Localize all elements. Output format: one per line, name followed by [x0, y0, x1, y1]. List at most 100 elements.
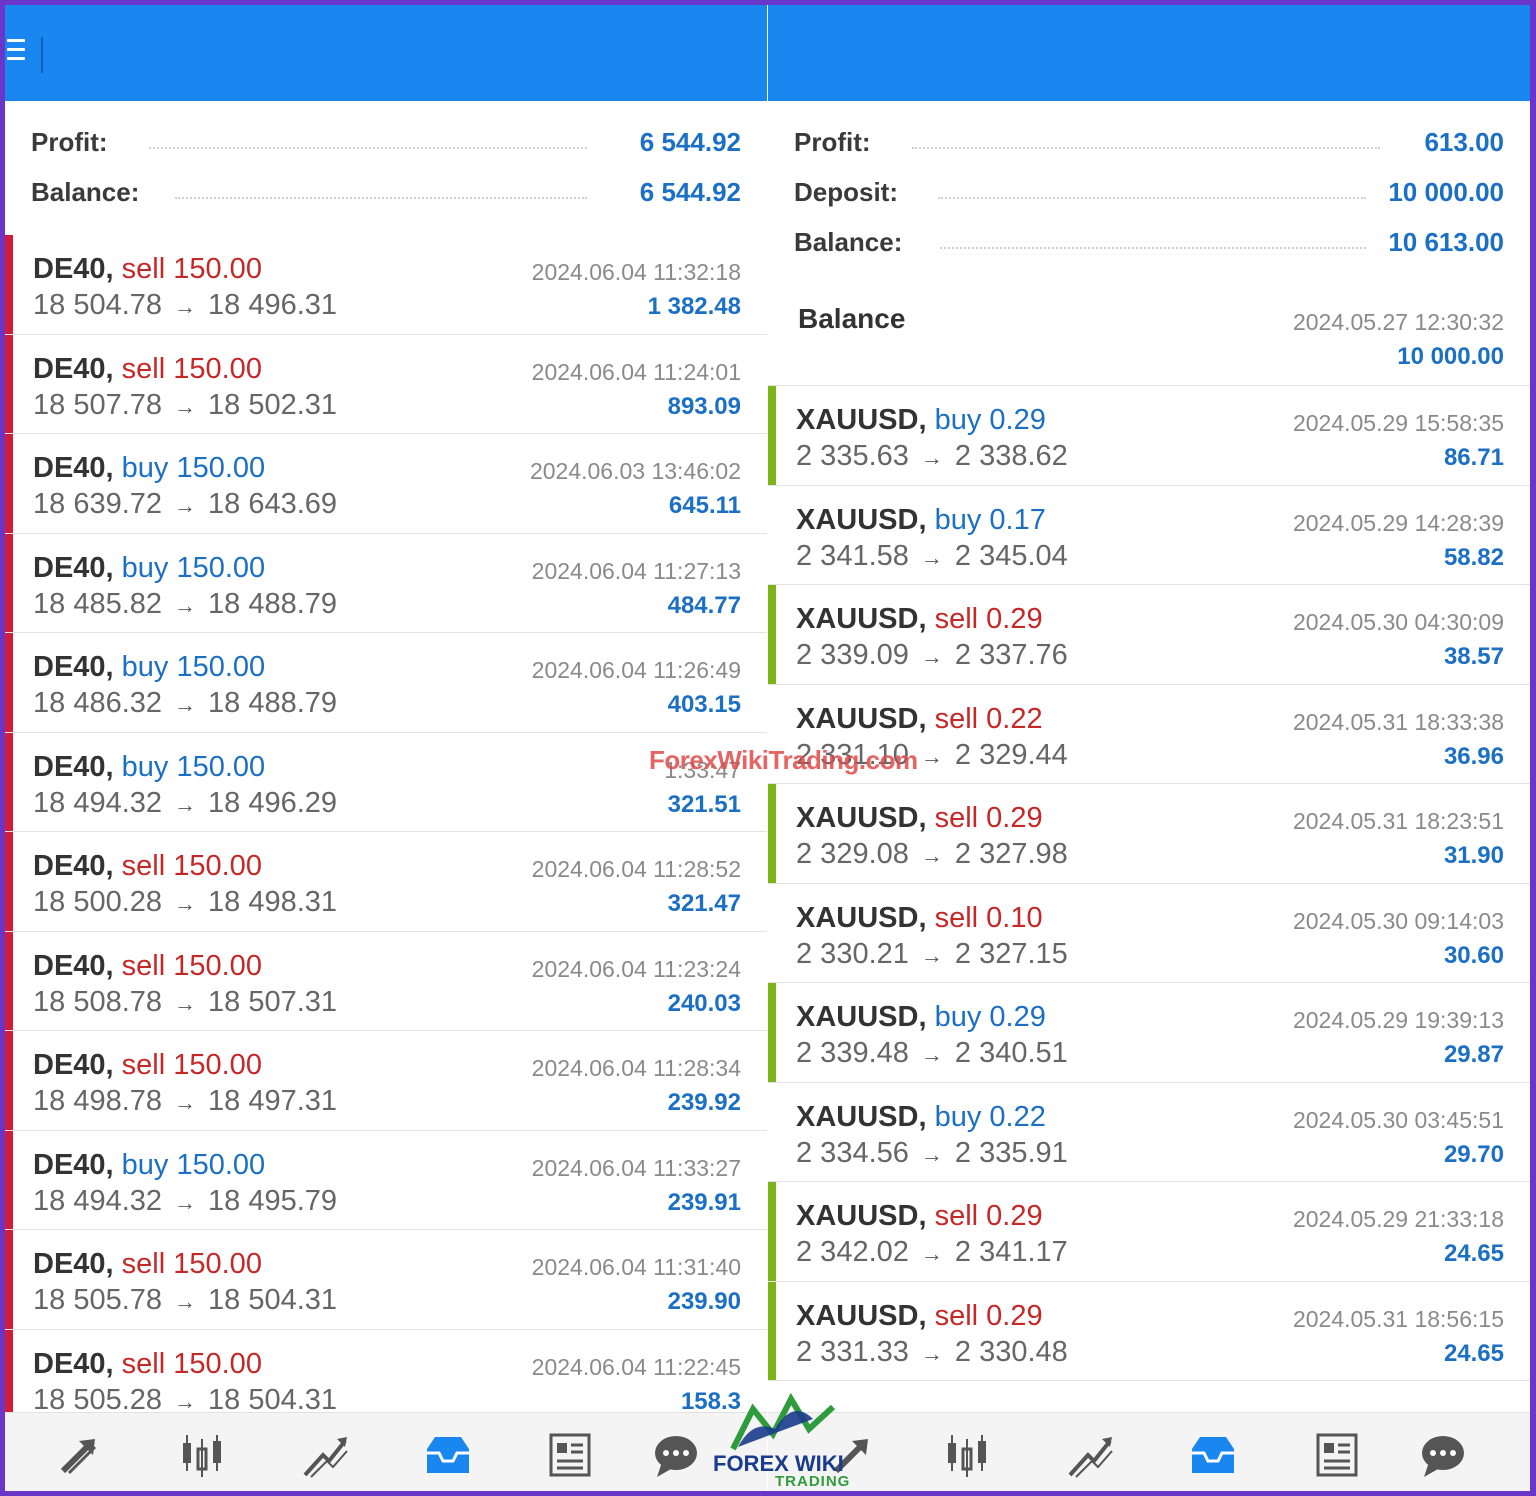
history-icon[interactable] — [423, 1431, 473, 1479]
close-price: 2 341.17 — [954, 1236, 1068, 1268]
deal-row[interactable]: DE40, buy 150.00 18 485.82 → 18 488.79 2024.… — [5, 533, 767, 633]
deal-row[interactable]: XAUUSD, buy 0.29 2 339.48 → 2 340.51 2024.05… — [768, 983, 1530, 1083]
deal-row[interactable]: DE40, sell 150.00 18 507.78 → 18 502.31 2024… — [5, 334, 767, 434]
open-price: 2 339.48 — [796, 1037, 909, 1069]
dotted-leader — [175, 197, 587, 199]
deal-direction-volume: buy 150.00 — [121, 551, 266, 584]
deal-direction-volume: sell 150.00 — [121, 850, 262, 882]
close-price: 18 497.31 — [208, 1085, 338, 1117]
news-icon[interactable] — [1312, 1431, 1362, 1479]
deal-profit: 38.57 — [1443, 643, 1504, 670]
deal-symbol-line: DE40, sell 150.00 — [33, 1248, 262, 1281]
deal-time: 2024.06.04 11:32:18 — [531, 259, 741, 285]
deal-profit: 645.11 — [668, 492, 741, 519]
deal-time: 2024.06.04 11:22:45 — [531, 1353, 741, 1380]
deal-symbol-line: XAUUSD, sell 0.22 — [796, 703, 1043, 736]
deal-row[interactable]: DE40, sell 150.00 18 504.78 → 18 496.31 2024… — [5, 235, 767, 335]
deal-direction-volume: sell 150.00 — [121, 1248, 262, 1280]
deal-result-indicator — [5, 931, 13, 1030]
history-icon[interactable] — [1188, 1431, 1238, 1479]
close-price: 2 337.76 — [954, 639, 1068, 671]
deal-result-indicator — [768, 1083, 776, 1182]
deal-row[interactable]: DE40, sell 150.00 18 505.78 → 18 504.31 2024… — [5, 1230, 767, 1330]
open-price: 2 339.09 — [796, 639, 909, 671]
deal-row[interactable]: XAUUSD, buy 0.29 2 335.63 → 2 338.62 2024.05… — [768, 386, 1530, 486]
deal-row[interactable]: XAUUSD, sell 0.29 2 342.02 → 2 341.17 2024.0… — [768, 1182, 1530, 1282]
bottom-navigation — [768, 1412, 1530, 1491]
close-price: 18 504.31 — [208, 1383, 338, 1416]
deal-row[interactable]: XAUUSD, sell 0.10 2 330.21 → 2 327.15 2024.0… — [768, 883, 1530, 983]
deal-row[interactable]: DE40, sell 150.00 18 500.28 → 18 498.31 2024… — [5, 832, 767, 932]
deal-row[interactable]: DE40, sell 150.00 18 498.78 → 18 497.31 2024… — [5, 1031, 767, 1131]
deal-row[interactable]: XAUUSD, sell 0.29 2 329.08 → 2 327.98 2024.0… — [768, 784, 1530, 884]
hamburger-menu-icon[interactable] — [7, 39, 25, 63]
arrow-right-icon: → — [920, 544, 943, 570]
deal-row[interactable]: DE40, buy 150.00 18 486.32 → 18 488.79 2024.… — [5, 633, 767, 733]
deal-direction-volume: sell 0.29 — [934, 603, 1043, 635]
account-summary: Profit: 6 544.92 Balance: 6 544.92 — [5, 101, 767, 207]
open-price: 18 508.78 — [33, 985, 163, 1018]
quotes-icon[interactable] — [942, 1431, 992, 1479]
deal-row[interactable]: DE40, sell 150.00 18 508.78 → 18 507.31 2024… — [5, 931, 767, 1031]
deal-profit: 58.82 — [1443, 543, 1504, 571]
deal-prices: 18 498.78 → 18 497.31 — [33, 1085, 337, 1118]
arrow-right-icon: → — [920, 1241, 943, 1266]
deal-symbol-line: DE40, sell 150.00 — [33, 850, 262, 883]
deal-result-indicator — [5, 235, 13, 334]
deal-row[interactable]: XAUUSD, buy 0.22 2 334.56 → 2 335.91 2024.05… — [768, 1082, 1530, 1182]
deal-direction-volume: buy 0.17 — [934, 503, 1046, 536]
deal-symbol: XAUUSD, — [796, 404, 927, 436]
deal-result-indicator — [5, 732, 13, 831]
deal-row[interactable]: XAUUSD, buy 0.17 2 341.58 → 2 345.04 2024.05… — [768, 485, 1530, 585]
deal-row[interactable]: XAUUSD, sell 0.29 2 331.33 → 2 330.48 2024.0… — [768, 1281, 1530, 1381]
chart-icon[interactable] — [1066, 1431, 1116, 1479]
toolbar-divider — [41, 37, 43, 73]
quotes-icon[interactable] — [177, 1431, 227, 1479]
deal-symbol: XAUUSD, — [796, 1299, 927, 1332]
deal-prices: 18 500.28 → 18 498.31 — [33, 886, 337, 919]
balance-operation-row[interactable]: Balance 2024.05.27 12:30:32 10 000.00 — [768, 285, 1530, 386]
deal-time: 2024.05.29 21:33:18 — [1292, 1206, 1504, 1232]
deal-result-indicator — [768, 784, 776, 883]
deal-result-indicator — [768, 983, 776, 1082]
chat-icon[interactable] — [1418, 1431, 1468, 1479]
deal-row[interactable]: XAUUSD, sell 0.29 2 339.09 → 2 337.76 2024.0… — [768, 585, 1530, 685]
deal-result-indicator — [768, 1281, 776, 1380]
deals-list-items: XAUUSD, buy 0.29 2 335.63 → 2 338.62 2024.05… — [768, 386, 1530, 1381]
close-price: 2 335.91 — [954, 1136, 1068, 1169]
open-price: 18 504.78 — [33, 289, 163, 321]
deal-row[interactable]: DE40, buy 150.00 18 494.32 → 18 495.79 2024.… — [5, 1130, 767, 1230]
deal-direction-volume: sell 0.29 — [934, 1200, 1043, 1232]
deal-result-indicator — [5, 1031, 13, 1130]
deal-symbol: XAUUSD, — [796, 1200, 927, 1232]
deal-time: 2024.05.29 15:58:35 — [1292, 410, 1504, 436]
deal-symbol-line: DE40, sell 150.00 — [33, 950, 262, 983]
deal-time: 2024.06.04 11:28:52 — [531, 856, 741, 882]
account-summary: Profit: 613.00 Deposit: 10 000.00 Balanc… — [768, 101, 1530, 257]
deal-direction-volume: sell 0.29 — [934, 1299, 1043, 1332]
deal-prices: 2 335.63 → 2 338.62 — [796, 440, 1068, 473]
deal-result-indicator — [5, 533, 13, 632]
deal-profit: 29.70 — [1443, 1140, 1504, 1168]
arrow-right-icon: → — [920, 1141, 943, 1167]
deal-profit: 321.47 — [667, 890, 741, 917]
close-price: 2 327.98 — [954, 838, 1068, 870]
chart-icon[interactable] — [301, 1431, 351, 1479]
deal-direction-volume: buy 0.22 — [934, 1100, 1046, 1133]
arrow-right-icon: → — [174, 592, 197, 618]
news-icon[interactable] — [545, 1431, 595, 1479]
deal-profit: 321.51 — [667, 790, 741, 818]
summary-label: Balance: — [31, 177, 140, 207]
trade-icon[interactable] — [55, 1431, 105, 1479]
close-price: 2 327.15 — [954, 937, 1068, 970]
deal-symbol: DE40, — [33, 750, 114, 783]
deal-row[interactable]: DE40, buy 150.00 18 639.72 → 18 643.69 2024.… — [5, 434, 767, 534]
deal-symbol-line: DE40, buy 150.00 — [33, 452, 265, 485]
deal-symbol: DE40, — [33, 452, 114, 484]
deal-prices: 18 486.32 → 18 488.79 — [33, 687, 337, 720]
deal-symbol-line: DE40, buy 150.00 — [33, 552, 265, 585]
arrow-right-icon: → — [174, 791, 197, 817]
deal-symbol: DE40, — [33, 1148, 114, 1181]
deal-direction-volume: buy 0.29 — [934, 1001, 1046, 1033]
chat-icon[interactable] — [651, 1431, 701, 1479]
